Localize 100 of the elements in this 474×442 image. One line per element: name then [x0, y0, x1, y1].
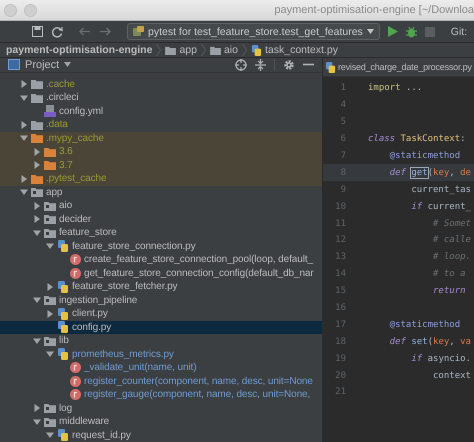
- line-number: 13: [334, 252, 347, 262]
- locate-target-icon[interactable]: [235, 58, 247, 71]
- code-line: current_tas: [410, 184, 471, 195]
- collapsed-arrow-icon[interactable]: [20, 80, 28, 88]
- collapsed-arrow-icon[interactable]: [33, 215, 41, 224]
- tree-item[interactable]: get_feature_store_connection_config(default_db_nar: [0, 266, 322, 280]
- code-line: @staticmethod: [388, 320, 460, 330]
- chevron-icon: [200, 44, 206, 56]
- expanded-arrow-icon[interactable]: [33, 418, 41, 426]
- expanded-arrow-icon[interactable]: [20, 134, 28, 142]
- line-number: 14: [334, 269, 347, 280]
- tree-item[interactable]: .circleci: [0, 91, 322, 104]
- code-line: def set(key, va: [388, 336, 471, 347]
- function-icon: [70, 362, 81, 374]
- folder-icon: [44, 214, 56, 224]
- line-number: 21: [334, 387, 347, 398]
- breadcrumb-item[interactable]: aio: [210, 44, 238, 56]
- debug-bug-icon[interactable]: [406, 26, 417, 38]
- collapsed-arrow-icon[interactable]: [20, 120, 28, 129]
- expanded-arrow-icon[interactable]: [20, 94, 28, 102]
- line-number: 19: [334, 354, 347, 364]
- python-file-icon: [57, 308, 69, 320]
- expanded-arrow-icon[interactable]: [33, 336, 41, 345]
- collapsed-arrow-icon[interactable]: [46, 282, 54, 291]
- code-line: # to a: [432, 269, 466, 280]
- yaml-file-icon: [44, 105, 56, 118]
- pytest-icon: [133, 26, 144, 37]
- line-number: 9: [340, 184, 347, 195]
- collapsed-arrow-icon[interactable]: [33, 161, 41, 170]
- tree-item[interactable]: .data: [0, 118, 322, 132]
- tree-item[interactable]: aio: [0, 199, 322, 212]
- tree-item[interactable]: client.py: [0, 307, 322, 320]
- tree-item[interactable]: register_gauge(component, name, desc, unit=None,: [0, 388, 322, 402]
- line-number: 20: [334, 370, 347, 381]
- chevron-icon: [242, 44, 247, 56]
- tree-item[interactable]: feature_store_connection.py: [0, 240, 322, 253]
- tree-item[interactable]: 3.6: [0, 145, 322, 158]
- tree-item[interactable]: prometheus_metrics.py: [0, 348, 322, 361]
- tree-item[interactable]: decider: [0, 212, 322, 226]
- line-number: 11: [334, 218, 347, 229]
- minimize-icon[interactable]: [303, 63, 314, 66]
- expanded-arrow-icon[interactable]: [33, 228, 41, 237]
- run-configuration-dropdown[interactable]: pytest for test_feature_store.test_get_features: [127, 23, 380, 40]
- python-file-icon: [57, 429, 69, 442]
- folder-icon: [44, 295, 56, 306]
- collapsed-arrow-icon[interactable]: [33, 202, 41, 210]
- line-number: 12: [334, 235, 347, 246]
- folder-icon: [31, 79, 43, 90]
- tree-item[interactable]: app: [0, 186, 322, 199]
- project-window-icon: [8, 59, 20, 70]
- collapse-all-icon[interactable]: [255, 58, 266, 71]
- collapsed-arrow-icon[interactable]: [33, 148, 41, 156]
- function-icon: [70, 254, 81, 266]
- python-file-icon: [250, 44, 262, 56]
- folder-icon: [210, 46, 221, 54]
- tree-item[interactable]: feature_store_fetcher.py: [0, 280, 322, 294]
- line-number: 5: [340, 117, 347, 128]
- python-file-icon: [325, 62, 336, 72]
- tree-item[interactable]: feature_store: [0, 226, 322, 240]
- line-number: 17: [334, 320, 347, 330]
- breadcrumb-item[interactable]: app: [165, 44, 197, 56]
- project-view-dropdown[interactable]: Project: [8, 58, 72, 71]
- tree-item[interactable]: request_id.py: [0, 428, 322, 442]
- tree-item[interactable]: .pytest_cache: [0, 172, 322, 186]
- folder-icon: [44, 200, 56, 211]
- breadcrumb-item[interactable]: payment-optimisation-engine: [6, 44, 152, 56]
- tree-item[interactable]: lib: [0, 334, 322, 348]
- sync-icon[interactable]: [51, 26, 63, 38]
- expanded-arrow-icon[interactable]: [46, 350, 54, 358]
- code-line: # loop.: [432, 252, 471, 262]
- caret-icon: [366, 29, 374, 34]
- tree-item[interactable]: log: [0, 402, 322, 415]
- expanded-arrow-icon[interactable]: [33, 296, 41, 304]
- code-line: if current_: [410, 202, 471, 212]
- settings-icon[interactable]: [283, 58, 295, 71]
- collapsed-arrow-icon[interactable]: [46, 310, 54, 318]
- python-file-icon: [57, 280, 69, 293]
- breadcrumb-item[interactable]: task_context.py: [250, 44, 338, 56]
- tree-item[interactable]: 3.7: [0, 158, 322, 172]
- folder-icon: [44, 336, 56, 346]
- expanded-arrow-icon[interactable]: [46, 431, 54, 440]
- tree-item[interactable]: ingestion_pipeline: [0, 294, 322, 307]
- line-number: 16: [334, 303, 347, 314]
- line-number: 15: [334, 286, 347, 296]
- code-line: @staticmethod: [388, 151, 460, 161]
- expanded-arrow-icon[interactable]: [46, 242, 54, 250]
- collapsed-arrow-icon[interactable]: [20, 174, 28, 183]
- tree-item[interactable]: middleware: [0, 415, 322, 428]
- collapsed-arrow-icon[interactable]: [33, 404, 41, 412]
- expanded-arrow-icon[interactable]: [20, 188, 28, 196]
- save-icon[interactable]: [32, 26, 43, 37]
- tree-item[interactable]: _validate_unit(name, unit): [0, 361, 322, 374]
- tree-item[interactable]: config.yml: [0, 104, 322, 118]
- tree-item[interactable]: create_feature_store_connection_pool(loop, default_: [0, 253, 322, 266]
- tree-item[interactable]: .cache: [0, 78, 322, 91]
- folder-icon: [44, 228, 56, 238]
- run-icon[interactable]: [388, 26, 398, 37]
- tree-item[interactable]: register_counter(component, name, desc, unit=None: [0, 374, 322, 388]
- tree-item[interactable]: config.py: [0, 320, 322, 334]
- tree-item[interactable]: .mypy_cache: [0, 132, 322, 145]
